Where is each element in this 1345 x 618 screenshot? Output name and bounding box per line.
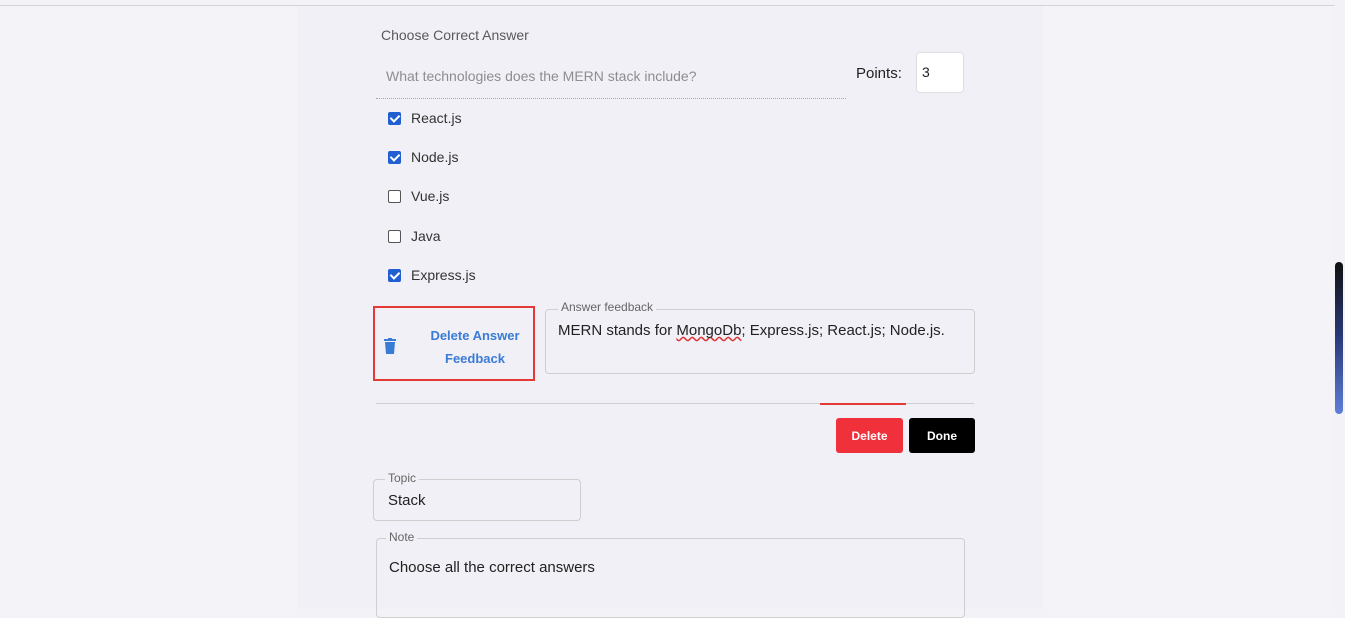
answer-option[interactable]: Node.js	[388, 147, 458, 167]
checkbox-checked-icon[interactable]	[388, 111, 401, 125]
answer-option[interactable]: React.js	[388, 108, 462, 128]
checkbox-checked-icon[interactable]	[388, 150, 401, 164]
trash-icon	[384, 338, 396, 354]
note-legend: Note	[386, 530, 418, 544]
question-placeholder: What technologies does the MERN stack in…	[386, 68, 697, 84]
option-label: React.js	[411, 110, 462, 126]
answer-feedback-text: MERN stands for MongoDb; Express.js; Rea…	[558, 322, 945, 339]
section-label: Choose Correct Answer	[381, 27, 529, 43]
delete-button[interactable]: Delete	[836, 418, 903, 453]
scrollbar-thumb[interactable]	[1335, 262, 1343, 414]
answer-option[interactable]: Vue.js	[388, 186, 449, 206]
divider-accent	[820, 403, 906, 405]
delete-answer-feedback-label: Delete Answer Feedback	[430, 328, 520, 366]
checkbox-unchecked-icon[interactable]	[388, 229, 401, 243]
answer-feedback-legend: Answer feedback	[558, 300, 657, 314]
topic-value: Stack	[388, 492, 426, 509]
topic-legend: Topic	[385, 471, 420, 485]
spellcheck-word: MongoDb	[676, 322, 742, 339]
option-label: Java	[411, 228, 441, 244]
right-gutter	[1043, 6, 1333, 609]
checkbox-unchecked-icon[interactable]	[388, 189, 401, 203]
left-gutter	[0, 6, 297, 609]
answer-option[interactable]: Express.js	[388, 265, 476, 285]
option-label: Express.js	[411, 267, 476, 283]
checkbox-checked-icon[interactable]	[388, 268, 401, 282]
option-label: Node.js	[411, 149, 459, 165]
option-label: Vue.js	[411, 188, 450, 204]
done-button[interactable]: Done	[909, 418, 975, 453]
points-label: Points:	[856, 65, 902, 82]
points-value: 3	[922, 64, 930, 80]
note-field[interactable]	[376, 538, 965, 618]
note-value: Choose all the correct answers	[389, 559, 595, 576]
answer-option[interactable]: Java	[388, 226, 441, 246]
